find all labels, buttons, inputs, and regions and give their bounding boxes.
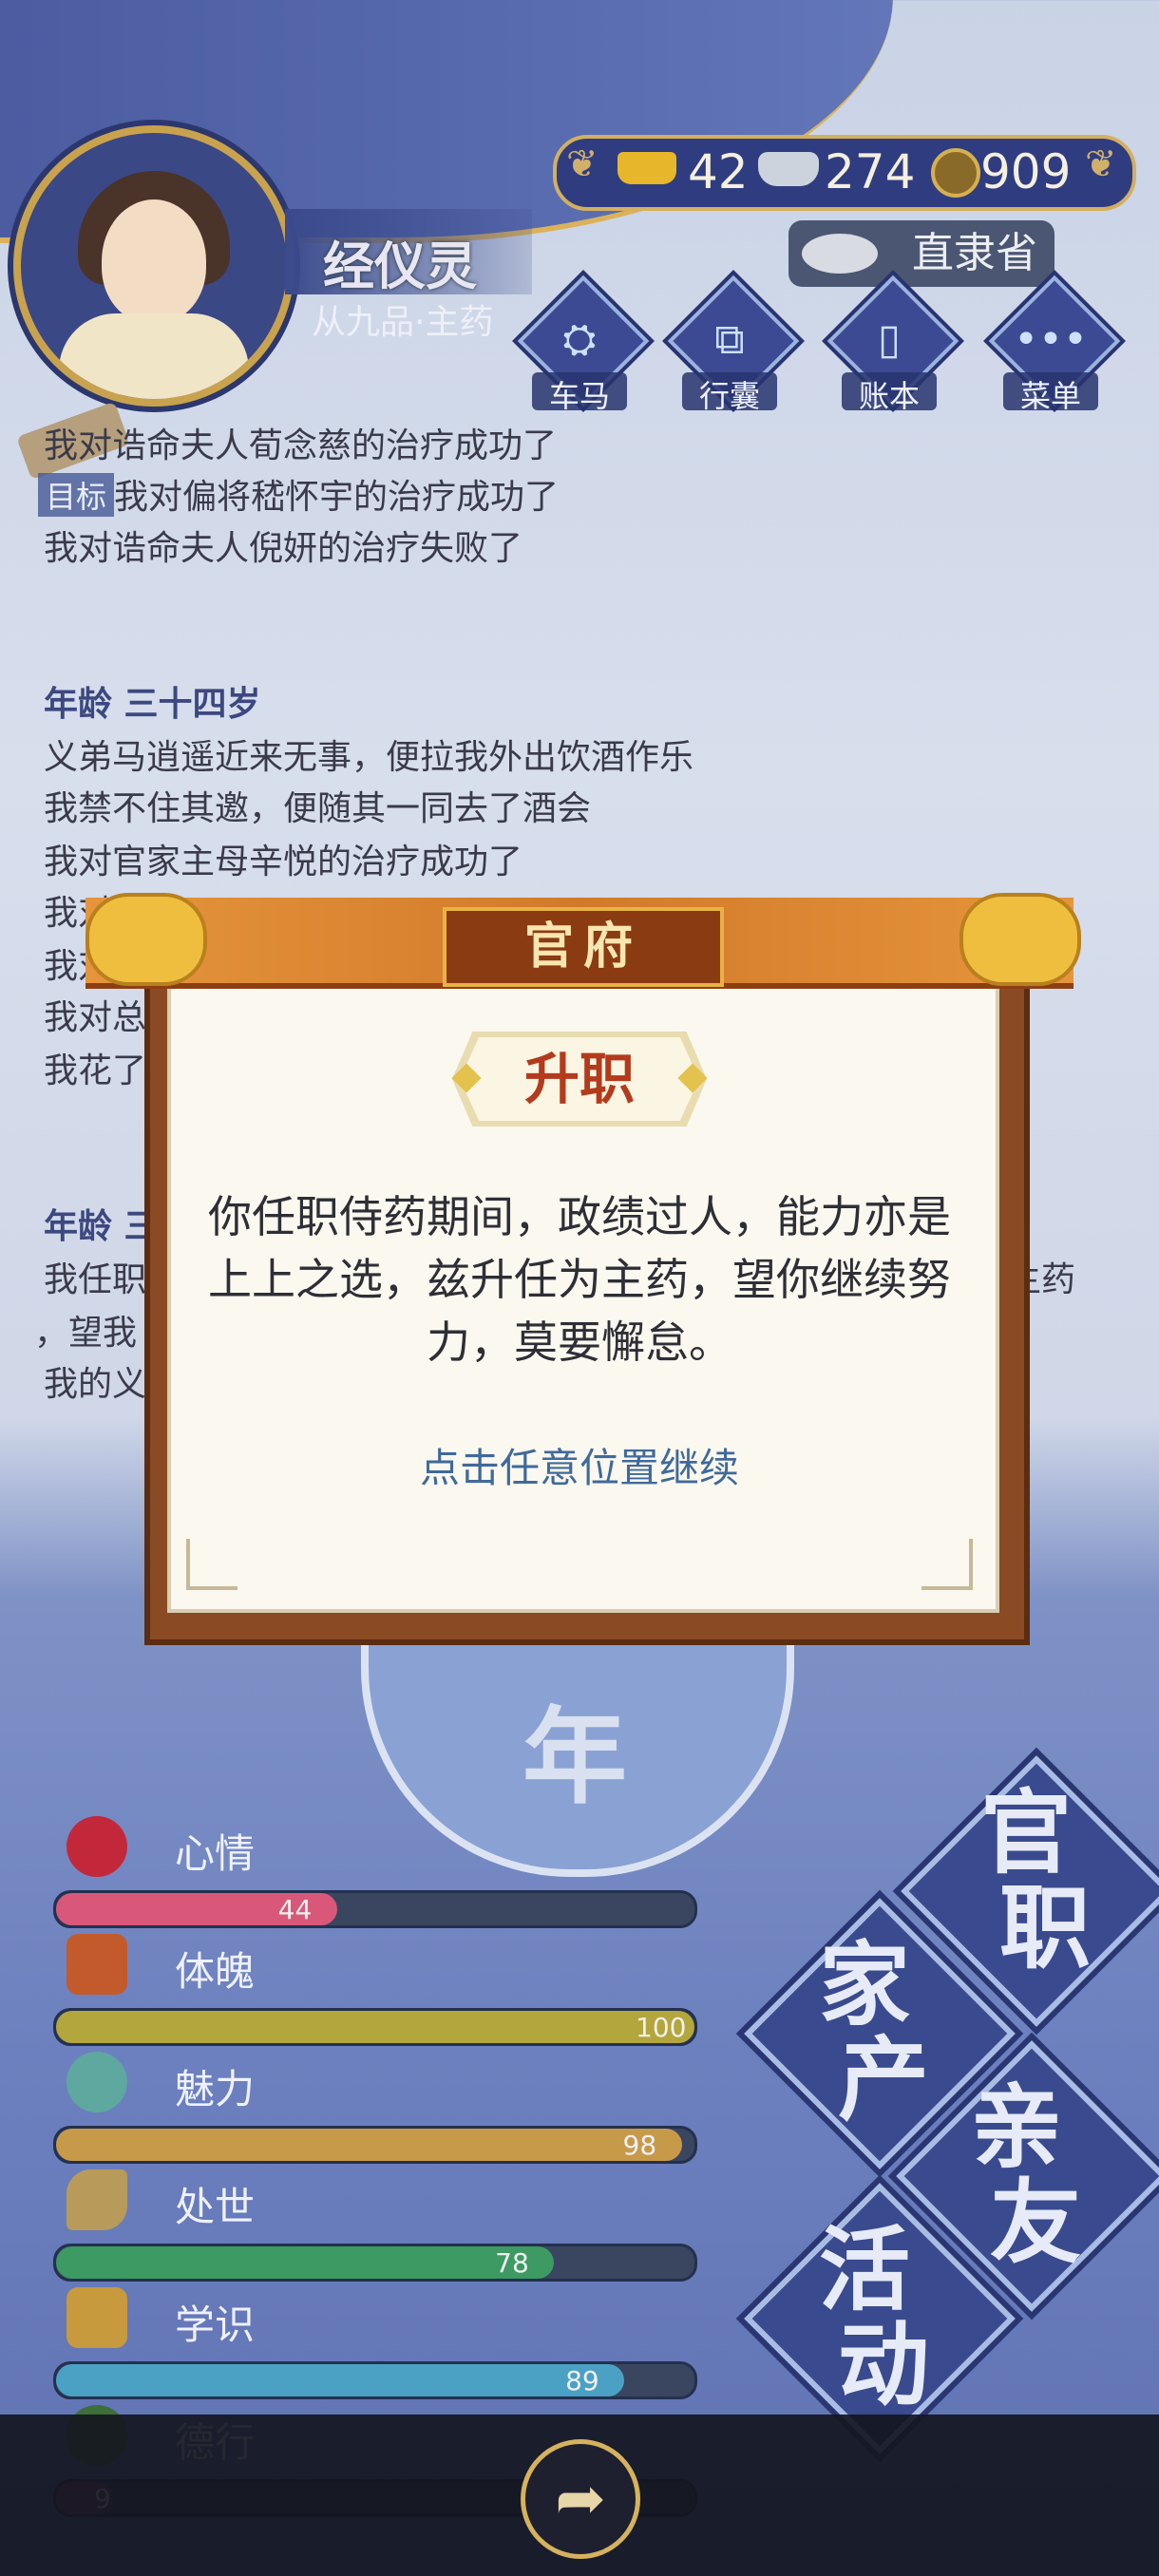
cloud-left-icon [86, 893, 207, 986]
corner-ornament [922, 1539, 973, 1590]
modal-message: 你任职侍药期间，政绩过人，能力亦是上上之选，兹升任为主药，望你继续努力，莫要懈怠… [208, 1191, 951, 1368]
modal-banner-title: 官府 [443, 907, 724, 987]
modal-subtitle: 升职 [460, 1037, 699, 1121]
continue-hint[interactable]: 点击任意位置继续 [200, 1436, 960, 1494]
cloud-right-icon [960, 893, 1081, 986]
corner-ornament [186, 1539, 238, 1590]
